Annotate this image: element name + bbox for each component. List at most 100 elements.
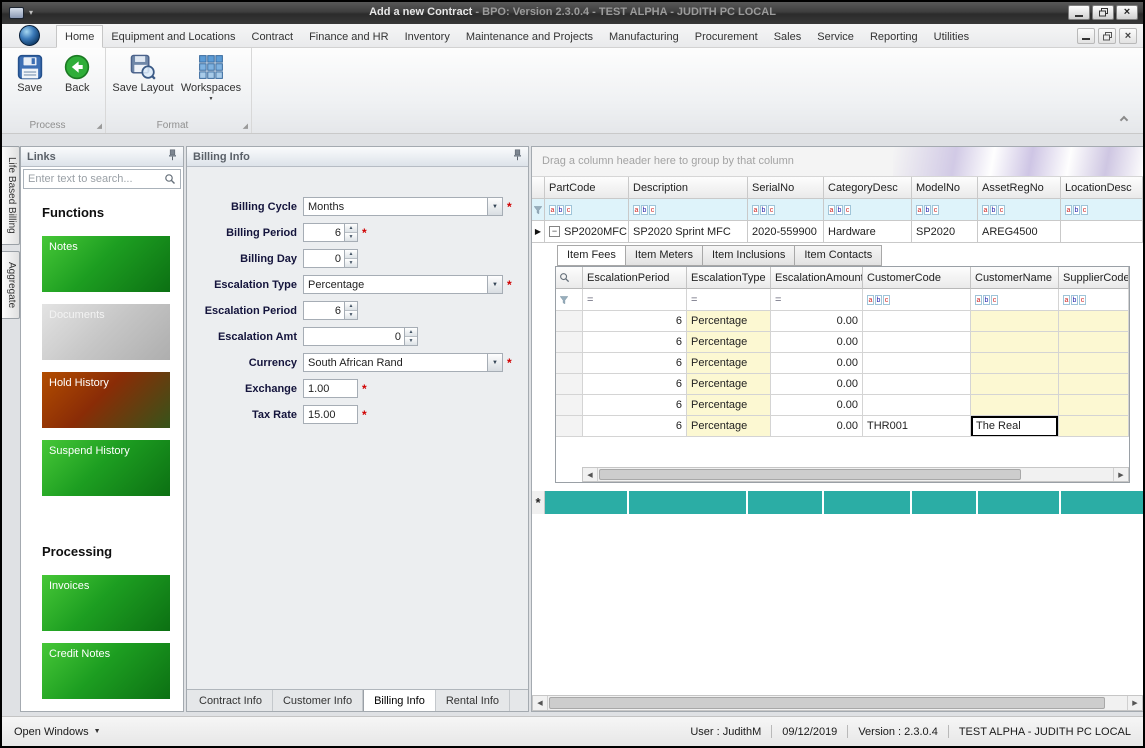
cell-escalationtype[interactable]: Percentage bbox=[687, 395, 771, 416]
cell-escalationperiod[interactable]: 6 bbox=[583, 395, 687, 416]
filter-cell-suppliercode[interactable]: abc bbox=[1059, 289, 1129, 311]
tab-item-meters[interactable]: Item Meters bbox=[625, 245, 702, 266]
scrollbar-thumb[interactable] bbox=[549, 697, 1105, 709]
new-row-cell[interactable] bbox=[912, 491, 978, 514]
column-header-escalationperiod[interactable]: EscalationPeriod bbox=[583, 267, 687, 289]
tab-customer-info[interactable]: Customer Info bbox=[273, 690, 363, 711]
new-row-cell[interactable] bbox=[629, 491, 748, 514]
suspend-history-button[interactable]: Suspend History bbox=[42, 440, 170, 496]
save-layout-button[interactable]: Save Layout bbox=[112, 51, 174, 113]
column-header-description[interactable]: Description bbox=[629, 177, 748, 199]
filter-cell-modelno[interactable]: abc bbox=[912, 199, 978, 221]
new-row-band[interactable]: * bbox=[532, 491, 1143, 514]
cell-escalationtype[interactable]: Percentage bbox=[687, 311, 771, 332]
grid-horizontal-scrollbar[interactable]: ◀ ▶ bbox=[532, 695, 1143, 711]
billing-day-stepper[interactable]: 0 ▲▼ bbox=[303, 249, 358, 268]
cell-suppliercode[interactable] bbox=[1059, 311, 1129, 332]
cell-suppliercode[interactable] bbox=[1059, 416, 1129, 437]
chevron-down-icon[interactable]: ▼ bbox=[487, 354, 502, 371]
cell-escalationperiod[interactable]: 6 bbox=[583, 374, 687, 395]
filter-cell-escalationtype[interactable]: = bbox=[687, 289, 771, 311]
spin-down-icon[interactable]: ▼ bbox=[405, 337, 417, 345]
spin-down-icon[interactable]: ▼ bbox=[345, 259, 357, 267]
new-row-cell[interactable] bbox=[978, 491, 1061, 514]
cell-customername[interactable] bbox=[971, 311, 1059, 332]
minimize-button[interactable] bbox=[1068, 5, 1090, 20]
tab-item-inclusions[interactable]: Item Inclusions bbox=[702, 245, 794, 266]
ribbon-tab-inventory[interactable]: Inventory bbox=[397, 26, 458, 47]
cell-customercode[interactable] bbox=[863, 374, 971, 395]
close-button[interactable]: × bbox=[1116, 5, 1138, 20]
ribbon-tab-finance-and-hr[interactable]: Finance and HR bbox=[301, 26, 397, 47]
scrollbar-track[interactable] bbox=[598, 468, 1113, 481]
column-header-categorydesc[interactable]: CategoryDesc bbox=[824, 177, 912, 199]
detail-horizontal-scrollbar[interactable]: ◀ ▶ bbox=[582, 467, 1129, 482]
app-button[interactable] bbox=[10, 23, 48, 47]
filter-cell-categorydesc[interactable]: abc bbox=[824, 199, 912, 221]
workspaces-chevron-down-icon[interactable]: ▼ bbox=[209, 97, 214, 102]
cell-partcode[interactable]: − SP2020MFC bbox=[545, 221, 629, 243]
search-icon[interactable] bbox=[160, 173, 180, 185]
cell-suppliercode[interactable] bbox=[1059, 374, 1129, 395]
cell-locationdesc[interactable] bbox=[1061, 221, 1143, 243]
cell-escalationperiod[interactable]: 6 bbox=[583, 332, 687, 353]
filter-icon[interactable] bbox=[532, 199, 545, 221]
spin-up-icon[interactable]: ▲ bbox=[345, 224, 357, 233]
spin-up-icon[interactable]: ▲ bbox=[345, 302, 357, 311]
group-by-band[interactable]: Drag a column header here to group by th… bbox=[532, 147, 1143, 177]
ribbon-tab-home[interactable]: Home bbox=[56, 25, 103, 48]
filter-icon[interactable] bbox=[556, 289, 583, 311]
hold-history-button[interactable]: Hold History bbox=[42, 372, 170, 428]
exchange-field[interactable]: 1.00 bbox=[303, 379, 358, 398]
new-row-cell[interactable] bbox=[748, 491, 824, 514]
save-button[interactable]: Save bbox=[8, 51, 52, 113]
filter-cell-locationdesc[interactable]: abc bbox=[1061, 199, 1143, 221]
ribbon-collapse-button[interactable] bbox=[1121, 117, 1131, 125]
filter-cell-customercode[interactable]: abc bbox=[863, 289, 971, 311]
column-header-escalationamount[interactable]: EscalationAmount bbox=[771, 267, 863, 289]
invoices-button[interactable]: Invoices bbox=[42, 575, 170, 631]
column-header-suppliercode[interactable]: SupplierCode bbox=[1059, 267, 1129, 289]
cell-categorydesc[interactable]: Hardware bbox=[824, 221, 912, 243]
spin-down-icon[interactable]: ▼ bbox=[345, 311, 357, 319]
ribbon-tab-procurement[interactable]: Procurement bbox=[687, 26, 766, 47]
cell-customercode[interactable] bbox=[863, 332, 971, 353]
scroll-left-icon[interactable]: ◀ bbox=[533, 696, 548, 710]
spin-up-icon[interactable]: ▲ bbox=[405, 328, 417, 337]
cell-customercode[interactable] bbox=[863, 395, 971, 416]
open-windows-button[interactable]: Open Windows ▼ bbox=[14, 726, 101, 738]
cell-escalationperiod[interactable]: 6 bbox=[583, 416, 687, 437]
cell-assetregno[interactable]: AREG4500 bbox=[978, 221, 1061, 243]
cell-escalationtype[interactable]: Percentage bbox=[687, 353, 771, 374]
billing-cycle-select[interactable]: Months ▼ bbox=[303, 197, 503, 216]
new-row-cell[interactable] bbox=[824, 491, 912, 514]
cell-escalationtype[interactable]: Percentage bbox=[687, 374, 771, 395]
side-tab-life-based-billing[interactable]: Life Based Billing bbox=[2, 146, 20, 245]
scroll-left-icon[interactable]: ◀ bbox=[583, 468, 598, 481]
cell-customercode[interactable] bbox=[863, 353, 971, 374]
billing-period-stepper[interactable]: 6 ▲▼ bbox=[303, 223, 358, 242]
ribbon-tab-sales[interactable]: Sales bbox=[766, 26, 810, 47]
process-dialog-launcher-icon[interactable]: ◢ bbox=[97, 123, 102, 130]
side-tab-aggregate[interactable]: Aggregate bbox=[2, 251, 20, 319]
cell-escalationamount[interactable]: 0.00 bbox=[771, 311, 863, 332]
cell-suppliercode[interactable] bbox=[1059, 395, 1129, 416]
back-button[interactable]: Back bbox=[56, 51, 100, 113]
cell-escalationperiod[interactable]: 6 bbox=[583, 353, 687, 374]
column-header-escalationtype[interactable]: EscalationType bbox=[687, 267, 771, 289]
tab-item-fees[interactable]: Item Fees bbox=[557, 245, 625, 266]
ribbon-tab-manufacturing[interactable]: Manufacturing bbox=[601, 26, 687, 47]
cell-escalationtype[interactable]: Percentage bbox=[687, 332, 771, 353]
tax-rate-field[interactable]: 15.00 bbox=[303, 405, 358, 424]
scroll-right-icon[interactable]: ▶ bbox=[1113, 468, 1128, 481]
cell-escalationperiod[interactable]: 6 bbox=[583, 311, 687, 332]
cell-customercode[interactable]: THR001 bbox=[863, 416, 971, 437]
cell-escalationamount[interactable]: 0.00 bbox=[771, 332, 863, 353]
notes-button[interactable]: Notes bbox=[42, 236, 170, 292]
cell-serialno[interactable]: 2020-559900 bbox=[748, 221, 824, 243]
cell-customername[interactable] bbox=[971, 395, 1059, 416]
search-input[interactable] bbox=[24, 173, 160, 185]
cell-escalationamount[interactable]: 0.00 bbox=[771, 374, 863, 395]
column-header-locationdesc[interactable]: LocationDesc bbox=[1061, 177, 1143, 199]
escalation-type-select[interactable]: Percentage ▼ bbox=[303, 275, 503, 294]
